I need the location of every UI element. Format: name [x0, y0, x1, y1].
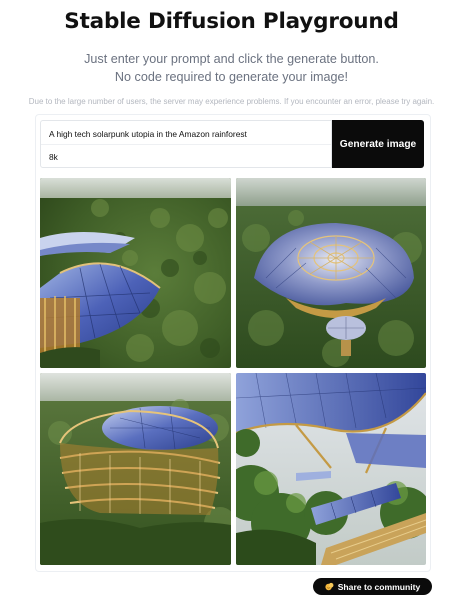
gallery-image-1[interactable] [40, 178, 231, 368]
generated-image [40, 178, 231, 368]
prompt-divider [41, 144, 331, 145]
generated-image [236, 373, 426, 565]
share-label: Share to community [337, 581, 421, 592]
server-notice: Due to the large number of users, the se… [28, 97, 435, 106]
share-to-community-button[interactable]: Share to community [313, 578, 432, 595]
subtitle-line-1: Just enter your prompt and click the gen… [84, 52, 379, 66]
generate-button[interactable]: Generate image [332, 120, 424, 168]
gallery-image-4[interactable] [236, 373, 426, 565]
subtitle-line-2: No code required to generate your image! [114, 70, 349, 84]
community-icon [325, 582, 334, 591]
prompt-input[interactable]: A high tech solarpunk utopia in the Amaz… [49, 129, 323, 139]
page-title: Stable Diffusion Playground [64, 9, 399, 34]
gallery-image-2[interactable] [236, 178, 426, 368]
gallery-image-3[interactable] [40, 373, 231, 565]
negative-prompt-input[interactable]: 8k [49, 152, 323, 162]
prompt-box[interactable]: A high tech solarpunk utopia in the Amaz… [40, 120, 332, 168]
generated-image [40, 373, 231, 565]
generated-image [236, 178, 426, 368]
